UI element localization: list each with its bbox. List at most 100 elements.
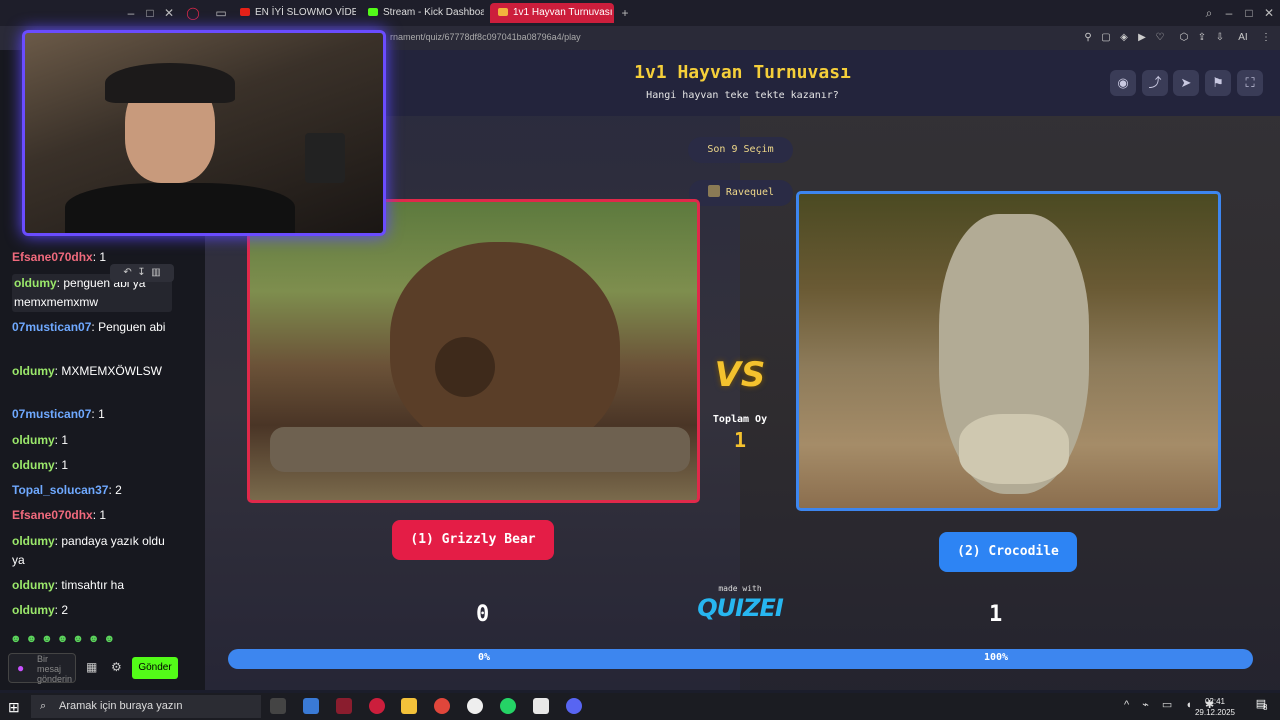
quizei-logo[interactable]: QUIZEI — [695, 594, 785, 622]
notification-count: 8 — [1263, 703, 1268, 712]
copilot-icon[interactable] — [303, 698, 319, 714]
tab-quiz[interactable]: 1v1 Hayvan Turnuvası - Ti — [490, 3, 614, 23]
chat-message: oldumy: MXMEMXÖWLSW — [12, 364, 163, 378]
maximize-icon[interactable]: □ — [1240, 4, 1258, 22]
opera-icon[interactable]: ◯ — [184, 4, 202, 22]
tab-label: Stream - Kick Dashboard — [383, 7, 484, 18]
chat-username[interactable]: 07mustican07 — [12, 407, 91, 421]
extensions-icon[interactable]: ⬡ — [1178, 32, 1190, 44]
gear-icon[interactable]: ⚙ — [111, 660, 122, 674]
document-icon[interactable] — [533, 698, 549, 714]
url-field[interactable]: rnament/quiz/67778df8c097041ba08796a4/pl… — [390, 32, 581, 42]
close-icon[interactable]: ✕ — [1260, 4, 1278, 22]
share-icon[interactable]: ⇪ — [1196, 32, 1208, 44]
made-with-label: made with — [718, 584, 762, 593]
store-icon[interactable]: ▦ — [86, 660, 97, 674]
chat-message: oldumy: pandaya yazık oldu ya — [12, 534, 165, 567]
trash-icon[interactable]: ▥ — [151, 267, 160, 278]
ai-label: AI — [1238, 32, 1248, 43]
mic-icon[interactable]: ● — [17, 661, 24, 675]
clock[interactable]: 02:41 29.12.2025 — [1190, 696, 1240, 718]
youtube-icon — [240, 8, 250, 16]
log — [270, 427, 690, 472]
menu-icon[interactable]: ⋮ — [1260, 32, 1272, 44]
chat-username[interactable]: oldumy — [12, 458, 55, 472]
minimize-icon[interactable]: – — [122, 4, 140, 22]
chat-text: 1 — [99, 508, 107, 522]
total-votes-label: Toplam Oy — [712, 414, 768, 425]
right-vote-count: 1 — [989, 602, 1003, 627]
search-icon[interactable]: ⌕ — [1200, 4, 1218, 22]
maximize-icon[interactable]: □ — [141, 4, 159, 22]
snapshot-icon[interactable]: ▢ — [1100, 32, 1112, 44]
chat-username[interactable]: Topal_solucan37 — [12, 483, 108, 497]
chat-text: 2 — [115, 483, 122, 497]
taskbar-search[interactable]: ⌕ Aramak için buraya yazın — [31, 695, 261, 718]
eye-icon[interactable]: ◉ — [1110, 70, 1136, 96]
send-icon[interactable]: ➤ — [1173, 70, 1199, 96]
chat-message: Efsane070dhx: 1 — [12, 508, 107, 522]
steam-icon[interactable] — [467, 698, 483, 714]
grizzly-bear-image[interactable] — [247, 199, 700, 503]
chat-username[interactable]: oldumy — [12, 433, 55, 447]
share-icon[interactable]: ⤴ — [1142, 70, 1168, 96]
option-grizzly-bear-button[interactable]: (1) Grizzly Bear — [392, 520, 554, 560]
webcam-overlay — [22, 30, 386, 236]
round-indicator: Son 9 Seçim — [688, 137, 793, 163]
close-icon[interactable]: ✕ — [160, 4, 178, 22]
chat-username[interactable]: oldumy — [12, 364, 55, 378]
chrome-icon[interactable] — [434, 698, 450, 714]
voter-name: Ravequel — [725, 187, 775, 198]
chat-text: 1 — [61, 433, 69, 447]
flag-icon[interactable]: ⚑ — [1205, 70, 1231, 96]
chat-message: oldumy: 1 — [12, 458, 69, 472]
fullscreen-icon[interactable]: ⛶ — [1237, 70, 1263, 96]
crocodile-image[interactable] — [796, 191, 1221, 511]
app-icon[interactable] — [336, 698, 352, 714]
task-view-icon[interactable] — [270, 698, 286, 714]
discord-icon[interactable] — [566, 698, 582, 714]
left-percent: 0% — [478, 652, 491, 663]
chat-username[interactable]: oldumy — [12, 578, 55, 592]
chat-username[interactable]: Efsane070dhx — [12, 508, 93, 522]
tab-kick-dashboard[interactable]: Stream - Kick Dashboard — [360, 3, 484, 23]
chat-text: 1 — [98, 407, 105, 421]
chat-username[interactable]: oldumy — [12, 534, 55, 548]
new-tab-button[interactable]: + — [616, 4, 634, 22]
pin-icon[interactable]: ⚲ — [1082, 32, 1094, 44]
right-percent: 100% — [984, 652, 1009, 663]
chat-username[interactable]: oldumy — [12, 603, 55, 617]
chat-message: oldumy: 2 — [12, 603, 69, 617]
chat-text: MXMEMXÖWLSW — [61, 364, 163, 378]
minimize-icon[interactable]: – — [1220, 4, 1238, 22]
left-vote-count: 0 — [476, 602, 490, 627]
opera-icon[interactable] — [369, 698, 385, 714]
play-icon[interactable]: ▶ — [1136, 32, 1148, 44]
reply-icon[interactable]: ↶ — [123, 267, 131, 278]
chat-username[interactable]: Efsane070dhx — [12, 250, 93, 264]
vote-progress-bar: 0% 100% — [228, 649, 1253, 669]
chat-input-placeholder: Bir mesaj gönderin — [37, 654, 73, 684]
option-crocodile-button[interactable]: (2) Crocodile — [939, 532, 1077, 572]
chat-username[interactable]: 07mustican07 — [12, 320, 91, 334]
notification-button[interactable]: ▤ 8 — [1252, 697, 1270, 715]
ai-button[interactable]: AI — [1232, 32, 1254, 44]
total-votes-value: 1 — [733, 428, 747, 452]
chat-text: 2 — [61, 603, 69, 617]
whatsapp-icon[interactable] — [500, 698, 516, 714]
vs-logo: VS — [714, 355, 766, 395]
tab-slowmo[interactable]: EN İYİ SLOWMO VİDEOLA — [232, 3, 356, 23]
file-explorer-icon[interactable] — [401, 698, 417, 714]
search-icon: ⌕ — [40, 700, 47, 712]
send-button[interactable]: Gönder — [132, 657, 178, 679]
shield-icon[interactable]: ◈ — [1118, 32, 1130, 44]
emote-bar[interactable]: ☻☻☻☻☻☻☻ — [10, 633, 160, 647]
tab-search-icon[interactable]: ▭ — [212, 4, 230, 22]
heart-icon[interactable]: ♡ — [1154, 32, 1166, 44]
download-icon[interactable]: ⇩ — [1214, 32, 1226, 44]
chat-input[interactable]: ● Bir mesaj gönderin — [8, 653, 76, 684]
background-lamp — [305, 133, 345, 183]
pin-message-icon[interactable]: ↧ — [137, 267, 145, 278]
chat-username[interactable]: oldumy — [14, 276, 57, 290]
windows-start-icon[interactable]: ⊞ — [8, 699, 20, 716]
